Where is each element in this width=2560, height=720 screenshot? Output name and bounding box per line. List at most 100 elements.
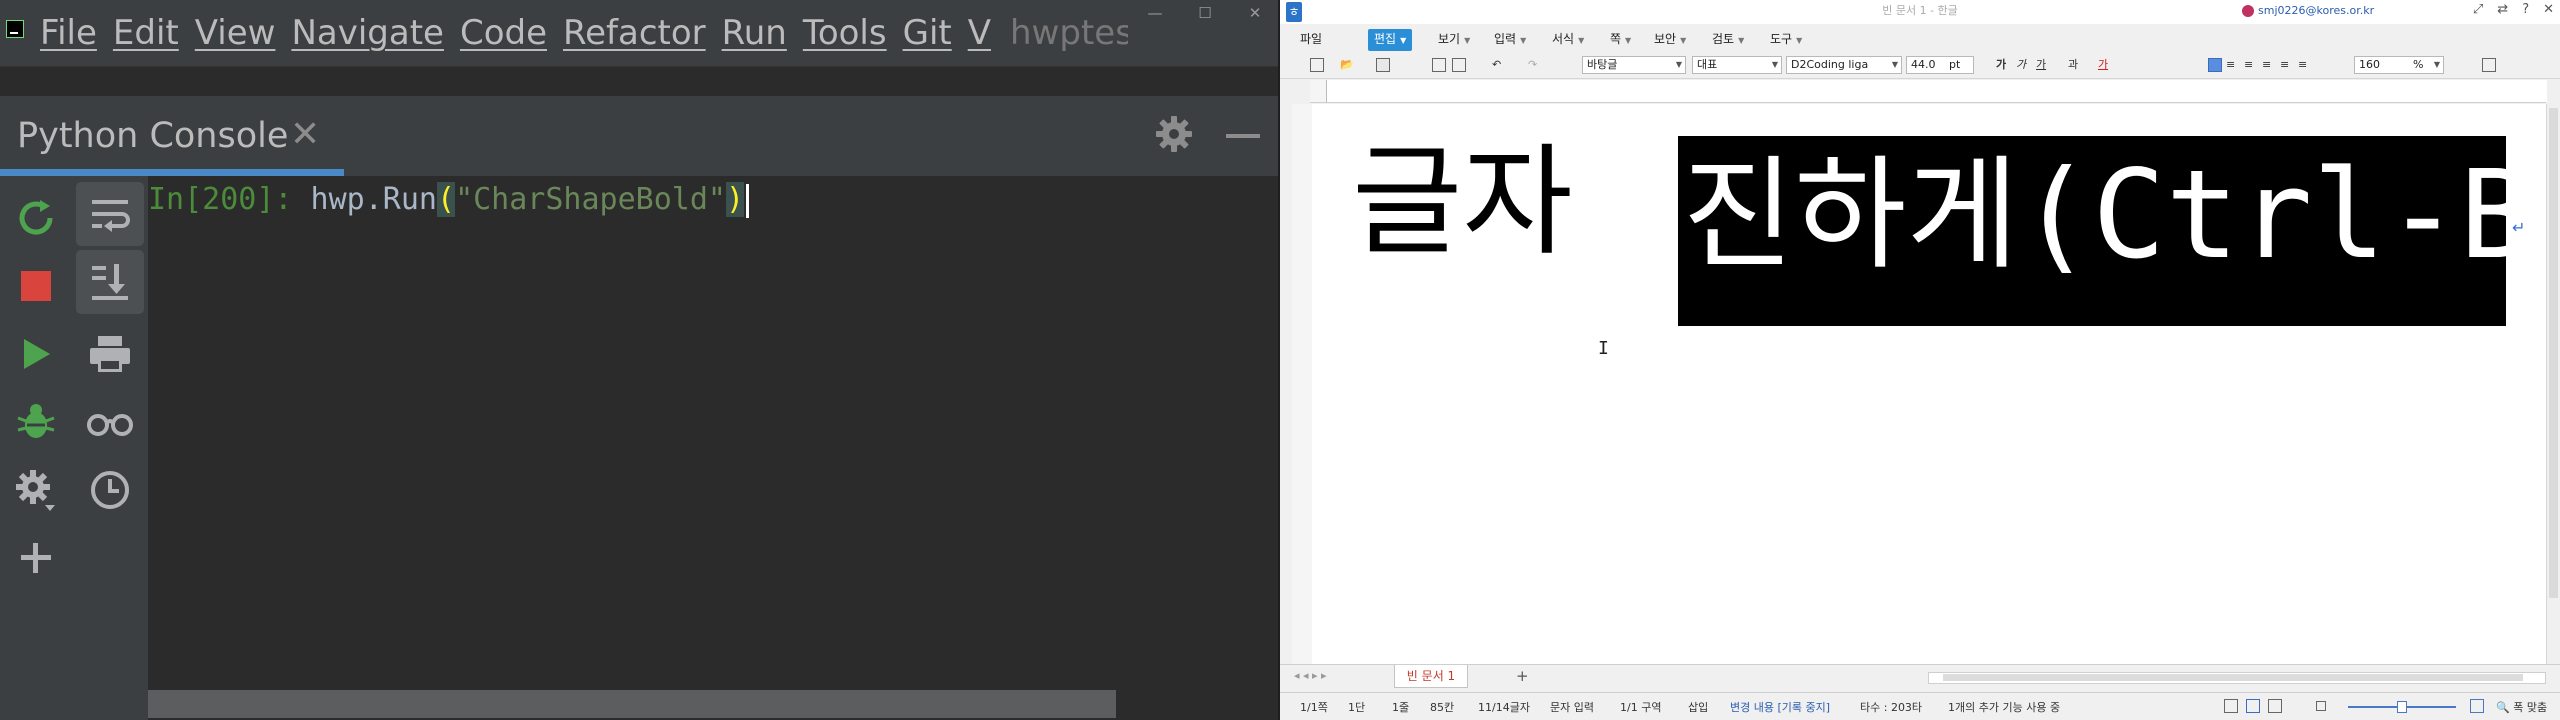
menu-file[interactable]: File [40, 13, 113, 53]
preview-icon[interactable] [1452, 56, 1466, 74]
vertical-ruler[interactable] [1292, 104, 1313, 664]
hide-panel-icon[interactable] [1226, 134, 1260, 138]
menu-tools[interactable]: Tools [803, 13, 903, 53]
align-right-icon[interactable]: ≡ [2262, 56, 2271, 74]
web-view-icon[interactable] [2268, 699, 2282, 713]
scroll-to-end-icon[interactable] [76, 250, 144, 314]
add-tab-button[interactable]: + [1516, 667, 1529, 685]
close-window-button[interactable]: ✕ [1230, 0, 1280, 28]
menu-code[interactable]: Code [460, 13, 563, 53]
hwp-menu-tools[interactable]: 도구 ▼ [1770, 29, 1802, 51]
hwp-menu-security[interactable]: 보안 ▼ [1654, 29, 1686, 51]
fit-width-button[interactable]: 🔍 폭 맞춤 [2496, 699, 2547, 715]
style-select[interactable]: 바탕글 ▼ [1582, 56, 1686, 74]
align-left-icon[interactable]: ≡ [2226, 56, 2235, 74]
console-input-line[interactable]: In[200]: hwp.Run("CharShapeBold") [148, 182, 750, 218]
menu-edit[interactable]: Edit [113, 13, 195, 53]
ide-window-controls: — ☐ ✕ [1130, 0, 1280, 28]
close-tab-icon[interactable]: ✕ [290, 114, 320, 155]
strikethrough-button[interactable]: 과 [2068, 56, 2078, 74]
vertical-scrollbar[interactable] [2546, 104, 2560, 664]
align-distribute-icon[interactable]: ≡ [2280, 56, 2289, 74]
language-select[interactable]: 대표 ▼ [1692, 56, 1782, 74]
zoom-field[interactable]: 160% ▼ [2354, 56, 2444, 74]
font-size-field[interactable]: 44.0 pt [1906, 56, 1974, 74]
font-select[interactable]: D2Coding liga ▼ [1786, 56, 1902, 74]
close-icon[interactable]: ✕ [2543, 2, 2554, 17]
vertical-scroll-thumb[interactable] [2549, 108, 2558, 598]
text-caret [746, 183, 750, 218]
maximize-button[interactable]: ☐ [1180, 0, 1230, 28]
print-doc-icon[interactable] [1432, 56, 1446, 74]
selected-text-block[interactable]: 진하게(Ctrl-B) [1678, 136, 2546, 326]
hwp-menu-insert[interactable]: 입력 ▼ [1494, 29, 1526, 51]
hwp-menu-page[interactable]: 쪽 ▼ [1610, 29, 1631, 51]
debug-icon[interactable] [2, 390, 70, 454]
hwp-menu-edit[interactable]: 편집 ▼ [1368, 29, 1413, 51]
rerun-icon[interactable] [2, 186, 70, 250]
tab-python-console[interactable]: Python Console ✕ [0, 96, 344, 176]
italic-button[interactable]: 가 [2016, 56, 2026, 74]
document-area[interactable]: 글자 진하게(Ctrl-B) ↵ I [1312, 104, 2546, 664]
settings-icon[interactable] [2, 458, 70, 522]
grid-view-icon[interactable] [2482, 56, 2496, 74]
menu-refactor[interactable]: Refactor [563, 13, 722, 53]
menu-navigate[interactable]: Navigate [291, 13, 460, 53]
view-mode-icon[interactable] [2224, 699, 2238, 713]
redo-icon[interactable]: ↷ [1528, 56, 1537, 74]
menu-vcs-truncated[interactable]: V [968, 13, 1007, 53]
history-icon[interactable] [76, 458, 144, 522]
status-input-mode[interactable]: 문자 입력 [1550, 699, 1594, 715]
menu-run[interactable]: Run [722, 13, 803, 53]
horizontal-ruler[interactable] [1310, 80, 2547, 103]
hwp-formatting-toolbar: 📂 ↶ ↷ 바탕글 ▼ 대표 ▼ D2Coding liga ▼ 44.0 pt 가 가… [1280, 52, 2560, 79]
swap-icon[interactable]: ⇄ [2497, 2, 2508, 17]
status-insert-mode[interactable]: 삽입 [1688, 699, 1708, 715]
menu-git[interactable]: Git [903, 13, 968, 53]
zoom-slider-knob[interactable] [2397, 701, 2407, 713]
console-horizontal-scrollbar[interactable] [148, 690, 1116, 718]
horizontal-scroll-thumb[interactable] [1943, 674, 2523, 681]
zoom-out-icon[interactable] [2316, 699, 2326, 712]
font-color-button[interactable]: 가 [2098, 56, 2108, 74]
print-icon[interactable] [76, 322, 144, 386]
undo-icon[interactable]: ↶ [1492, 56, 1501, 74]
horizontal-scrollbar[interactable] [1928, 672, 2546, 684]
hwp-menu-format[interactable]: 서식 ▼ [1552, 29, 1584, 51]
help-icon[interactable]: ? [2522, 2, 2529, 17]
hwp-menu-view[interactable]: 보기 ▼ [1438, 29, 1470, 51]
hwp-menu-review[interactable]: 검토 ▼ [1712, 29, 1744, 51]
add-icon[interactable] [2, 526, 70, 590]
stop-icon[interactable] [2, 254, 70, 318]
underline-button[interactable]: 가 [2036, 56, 2046, 74]
document-page[interactable]: 글자 진하게(Ctrl-B) ↵ I [1312, 104, 2546, 664]
align-center-icon[interactable]: ≡ [2244, 56, 2253, 74]
align-divide-icon[interactable]: ≡ [2298, 56, 2307, 74]
zoom-in-icon[interactable] [2470, 699, 2484, 713]
new-doc-icon[interactable] [1310, 56, 1324, 74]
bold-button[interactable]: 가 [1996, 56, 2006, 74]
fullscreen-icon[interactable]: ⤢ [2473, 2, 2483, 17]
save-icon[interactable] [1376, 56, 1390, 74]
user-account-icon[interactable] [2242, 5, 2254, 17]
user-email[interactable]: smj0226@kores.or.kr [2258, 4, 2374, 17]
menu-view[interactable]: View [195, 13, 292, 53]
page-view-icon[interactable] [2246, 699, 2260, 713]
gear-icon[interactable] [1152, 112, 1196, 156]
status-col-pos: 85칸 [1430, 701, 1455, 714]
status-page[interactable]: 1/1쪽 [1300, 699, 1328, 715]
soft-wrap-icon[interactable] [76, 182, 144, 246]
document-text[interactable]: 글자 [1352, 128, 1573, 278]
document-tab[interactable]: 빈 문서 1 [1394, 665, 1468, 688]
run-icon[interactable] [2, 322, 70, 386]
status-track-changes[interactable]: 변경 내용 [기록 중지] [1730, 699, 1830, 715]
console-output[interactable]: In[200]: hwp.Run("CharShapeBold") [148, 176, 1280, 686]
status-chars: 11/14글자 [1478, 701, 1530, 714]
hwp-menu-file[interactable]: 파일 [1300, 29, 1322, 49]
align-justify-icon[interactable] [2208, 56, 2222, 74]
open-icon[interactable]: 📂 [1340, 56, 1354, 74]
minimize-button[interactable]: — [1130, 0, 1180, 28]
status-addons[interactable]: 1개의 추가 기능 사용 중 [1948, 699, 2060, 715]
tab-nav-icons[interactable]: ◂ ◂ ▸ ▸ [1294, 669, 1327, 682]
show-variables-icon[interactable] [76, 390, 144, 454]
